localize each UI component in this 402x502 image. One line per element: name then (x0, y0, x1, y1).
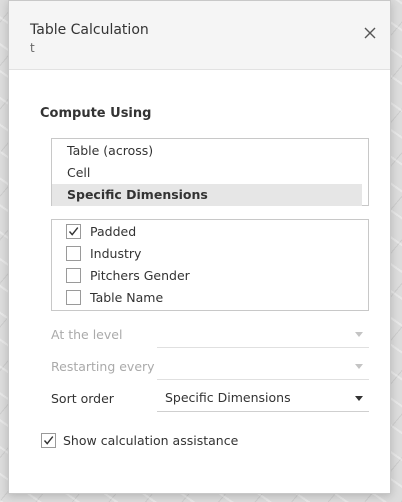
sort-order-label: Sort order (51, 391, 114, 406)
dialog-title: Table Calculation (30, 22, 149, 38)
checkbox-icon[interactable] (66, 245, 81, 261)
table-calculation-dialog: Table Calculation t Compute Using Table … (8, 0, 391, 494)
compute-using-label: Compute Using (40, 106, 152, 121)
restarting-every-label: Restarting every (51, 359, 155, 374)
at-the-level-select (157, 322, 369, 348)
close-icon[interactable] (362, 25, 378, 41)
dialog-header: Table Calculation t (9, 1, 390, 70)
dimension-table-name[interactable]: Table Name (66, 286, 163, 308)
dimension-industry[interactable]: Industry (66, 242, 141, 264)
dimension-label: Pitchers Gender (90, 267, 190, 283)
dimensions-list: Padded Industry Pitchers Gender Table Na… (51, 219, 369, 311)
checkbox-checked-icon[interactable] (41, 433, 56, 448)
show-assistance-label: Show calculation assistance (63, 433, 239, 448)
option-table-across[interactable]: Table (across) (52, 140, 368, 162)
dialog-subtitle: t (30, 41, 35, 55)
show-calculation-assistance[interactable]: Show calculation assistance (41, 433, 238, 448)
compute-using-list[interactable]: Table (across) Cell Specific Dimensions (51, 138, 369, 206)
dimension-pitchers-gender[interactable]: Pitchers Gender (66, 264, 190, 286)
chevron-down-icon (355, 332, 363, 337)
dimension-label: Padded (90, 223, 137, 239)
option-specific-dimensions[interactable]: Specific Dimensions (52, 184, 362, 206)
checkbox-icon[interactable] (66, 289, 81, 305)
option-cell[interactable]: Cell (52, 162, 368, 184)
sort-order-select[interactable]: Specific Dimensions (157, 386, 369, 412)
dimension-padded[interactable]: Padded (66, 220, 136, 242)
dimension-label: Industry (90, 245, 142, 261)
checkbox-icon[interactable] (66, 267, 81, 283)
chevron-down-icon (355, 364, 363, 369)
chevron-down-icon (355, 396, 363, 401)
checkbox-checked-icon[interactable] (66, 223, 81, 239)
sort-order-value: Specific Dimensions (165, 390, 291, 405)
at-the-level-label: At the level (51, 327, 123, 342)
dimension-label: Table Name (90, 289, 164, 305)
restarting-every-select (157, 354, 369, 380)
